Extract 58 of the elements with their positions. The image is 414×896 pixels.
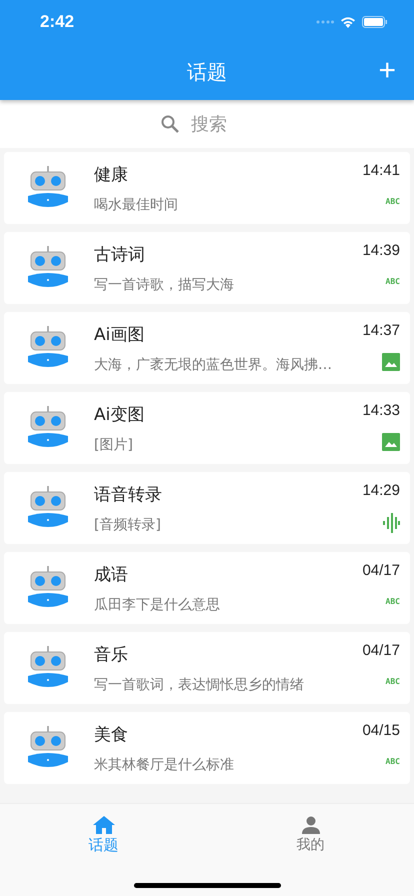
topic-preview: 写一首诗歌，描写大海 — [94, 276, 235, 294]
topic-title: 音乐 — [94, 644, 129, 666]
topic-title: 健康 — [94, 164, 129, 186]
topic-time: 04/15 — [362, 722, 400, 739]
text-type-label: ABC — [386, 277, 400, 286]
status-time: 2:42 — [40, 12, 74, 32]
wifi-icon — [340, 16, 356, 28]
topic-time: 04/17 — [362, 562, 400, 579]
topic-preview: 喝水最佳时间 — [94, 196, 179, 214]
robot-icon — [28, 406, 68, 450]
robot-icon — [28, 326, 68, 370]
topic-card[interactable]: 美食 米其林餐厅是什么标准 04/15 ABC — [4, 712, 410, 784]
text-type-label: ABC — [386, 757, 400, 766]
topic-title: Ai变图 — [94, 404, 146, 426]
audio-wave-icon — [382, 513, 400, 533]
topic-time: 04/17 — [362, 642, 400, 659]
topic-card[interactable]: 健康 喝水最佳时间 14:41 ABC — [4, 152, 410, 224]
robot-icon — [28, 566, 68, 610]
robot-icon — [28, 246, 68, 290]
search-field[interactable]: 搜索 — [189, 112, 253, 136]
topic-preview: 瓜田李下是什么意思 — [94, 596, 221, 614]
image-icon — [382, 433, 400, 451]
text-type-label: ABC — [386, 197, 400, 206]
image-icon — [382, 353, 400, 371]
topic-time: 14:29 — [362, 482, 400, 499]
topic-preview: 米其林餐厅是什么标准 — [94, 756, 235, 774]
topic-title: 语音转录 — [94, 484, 163, 506]
topic-card[interactable]: Ai变图 [图片] 14:33 — [4, 392, 410, 464]
topic-title: 成语 — [94, 564, 129, 586]
robot-icon — [28, 646, 68, 690]
topic-time: 14:39 — [362, 242, 400, 259]
topic-card[interactable]: Ai画图 大海，广袤无垠的蓝色世界。海风拂… 14:37 — [4, 312, 410, 384]
topic-card[interactable]: 音乐 写一首歌词，表达惆怅思乡的情绪 04/17 ABC — [4, 632, 410, 704]
signal-icon — [316, 20, 334, 24]
topic-preview: 大海，广袤无垠的蓝色世界。海风拂… — [94, 356, 333, 374]
topic-card[interactable]: 成语 瓜田李下是什么意思 04/17 ABC — [4, 552, 410, 624]
topic-time: 14:41 — [362, 162, 400, 179]
search-icon — [161, 115, 179, 133]
robot-icon — [28, 486, 68, 530]
topic-title: 古诗词 — [94, 244, 146, 266]
home-icon — [92, 816, 114, 834]
robot-icon — [28, 166, 68, 210]
topic-card[interactable]: 语音转录 [音频转录] 14:29 — [4, 472, 410, 544]
person-icon — [302, 816, 320, 834]
topic-preview: 写一首歌词，表达惆怅思乡的情绪 — [94, 676, 305, 694]
text-type-label: ABC — [386, 597, 400, 606]
page-title: 话题 — [187, 58, 227, 86]
topic-preview: [图片] — [94, 436, 134, 454]
topic-card[interactable]: 古诗词 写一首诗歌，描写大海 14:39 ABC — [4, 232, 410, 304]
topic-time: 14:37 — [362, 322, 400, 339]
topic-time: 14:33 — [362, 402, 400, 419]
battery-icon — [362, 16, 388, 28]
topic-title: 美食 — [94, 724, 129, 746]
nav-tab[interactable]: 我的 — [207, 804, 414, 864]
topic-title: Ai画图 — [94, 324, 146, 346]
robot-icon — [28, 726, 68, 770]
text-type-label: ABC — [386, 677, 400, 686]
topic-preview: [音频转录] — [94, 516, 162, 534]
